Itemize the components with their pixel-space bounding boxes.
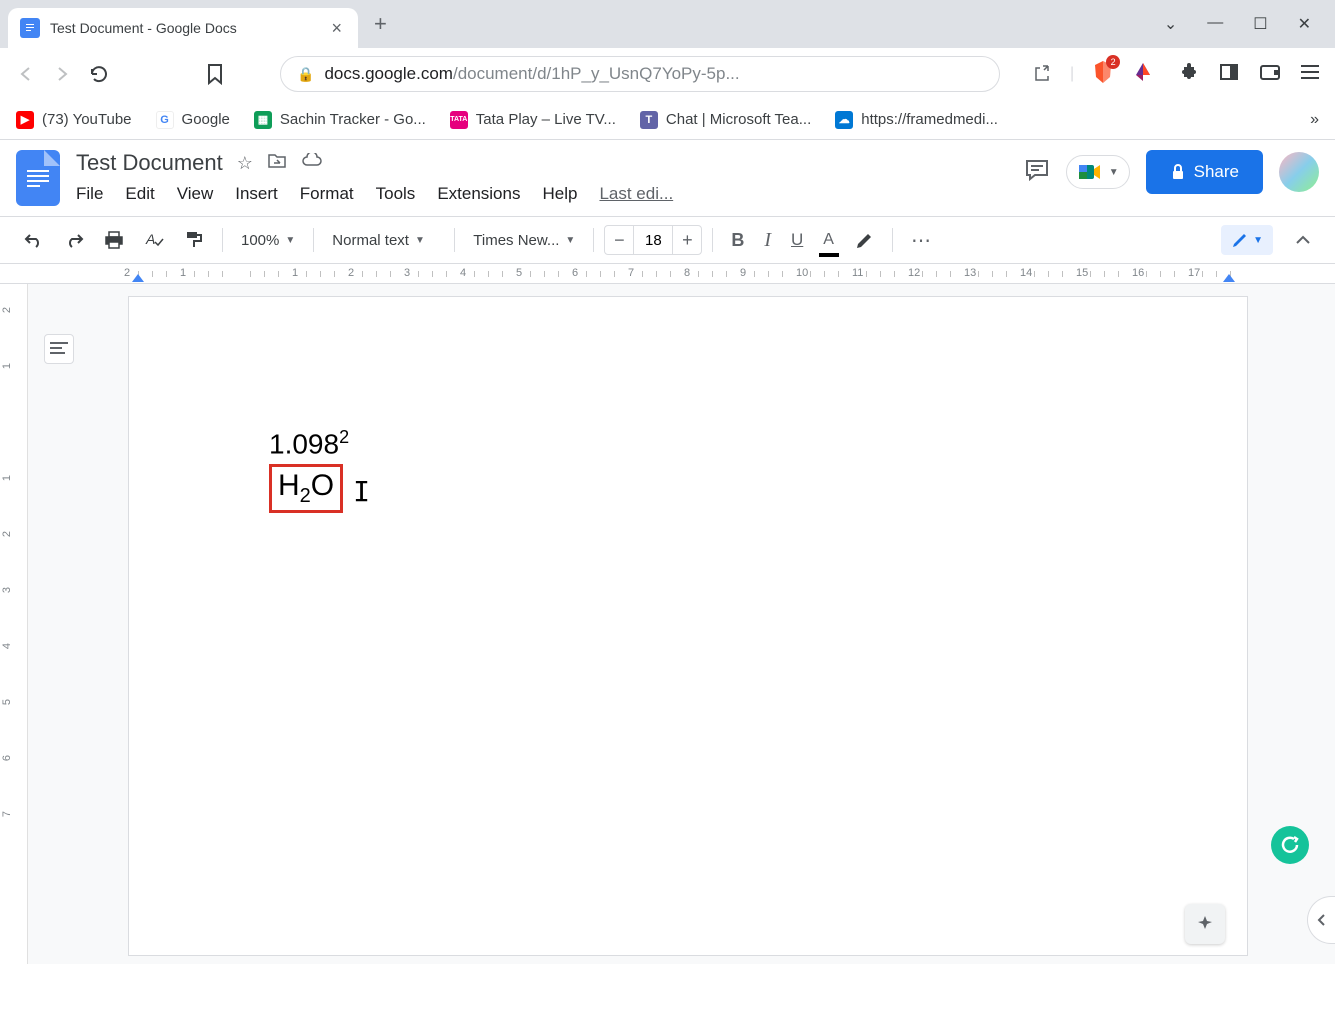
- paragraph-style-select[interactable]: Normal text▼: [324, 228, 444, 253]
- wallet-icon[interactable]: [1259, 62, 1281, 87]
- comment-history-icon[interactable]: [1024, 158, 1050, 187]
- grammarly-button[interactable]: [1271, 826, 1309, 864]
- bold-button[interactable]: B: [723, 224, 752, 257]
- spellcheck-button[interactable]: A: [136, 224, 172, 256]
- pencil-icon: [1231, 231, 1249, 249]
- bookmark-teams[interactable]: TChat | Microsoft Tea...: [640, 111, 811, 129]
- maximize-icon[interactable]: ☐: [1253, 14, 1267, 34]
- bookmarks-overflow[interactable]: »: [1310, 111, 1319, 129]
- menu-edit[interactable]: Edit: [125, 184, 154, 204]
- lock-icon: [1170, 163, 1186, 181]
- zoom-select[interactable]: 100%▼: [233, 228, 303, 253]
- window-controls: ⌄ — ☐ ✕: [1164, 14, 1335, 34]
- italic-button[interactable]: I: [756, 223, 779, 258]
- document-content[interactable]: 1.0982 H2O I: [269, 427, 1107, 513]
- font-size-input[interactable]: [633, 226, 673, 254]
- editing-mode-button[interactable]: ▼: [1221, 225, 1273, 255]
- docs-favicon: [20, 18, 40, 38]
- move-folder-icon[interactable]: [267, 153, 287, 174]
- text-color-button[interactable]: A: [815, 225, 842, 255]
- meet-button[interactable]: ▼: [1066, 155, 1130, 189]
- share-button[interactable]: Share: [1146, 150, 1263, 194]
- sidebar-icon[interactable]: [1219, 62, 1239, 87]
- brave-shield-icon[interactable]: 2: [1092, 59, 1114, 90]
- browser-tab[interactable]: Test Document - Google Docs ×: [8, 8, 358, 48]
- menu-view[interactable]: View: [177, 184, 214, 204]
- account-avatar[interactable]: [1279, 152, 1319, 192]
- document-canvas: 211234567 1.0982 H2O I: [0, 284, 1335, 964]
- print-button[interactable]: [96, 224, 132, 256]
- highlight-button[interactable]: [846, 224, 882, 256]
- outline-toggle-button[interactable]: [44, 334, 74, 364]
- tab-title: Test Document - Google Docs: [50, 20, 327, 36]
- docs-logo-icon[interactable]: [16, 150, 60, 206]
- font-size-control: − +: [604, 225, 702, 255]
- address-bar: 🔒 docs.google.com/document/d/1hP_y_UsnQ7…: [0, 48, 1335, 100]
- menu-bar: File Edit View Insert Format Tools Exten…: [76, 184, 1024, 204]
- close-tab-icon[interactable]: ×: [327, 18, 346, 39]
- bookmark-sachin[interactable]: ▦Sachin Tracker - Go...: [254, 111, 426, 129]
- menu-extensions[interactable]: Extensions: [437, 184, 520, 204]
- shield-badge: 2: [1106, 55, 1120, 69]
- lock-icon: 🔒: [297, 66, 314, 83]
- font-family-select[interactable]: Times New...▼: [465, 228, 583, 253]
- font-size-increase[interactable]: +: [673, 226, 701, 254]
- minimize-icon[interactable]: —: [1207, 14, 1223, 34]
- forward-icon[interactable]: [52, 64, 72, 84]
- menu-tools[interactable]: Tools: [376, 184, 416, 204]
- docs-toolbar: A 100%▼ Normal text▼ Times New...▼ − + B…: [0, 216, 1335, 264]
- document-page[interactable]: 1.0982 H2O I: [128, 296, 1248, 956]
- vertical-ruler[interactable]: 211234567: [0, 284, 28, 964]
- share-url-icon[interactable]: [1032, 64, 1052, 84]
- last-edit-link[interactable]: Last edi...: [599, 184, 673, 204]
- bookmark-tata[interactable]: TATATata Play – Live TV...: [450, 111, 616, 129]
- bookmarks-bar: ▶(73) YouTube GGoogle ▦Sachin Tracker - …: [0, 100, 1335, 140]
- bookmark-framed[interactable]: ☁https://framedmedi...: [835, 111, 998, 129]
- underline-button[interactable]: U: [783, 224, 811, 256]
- back-icon[interactable]: [16, 64, 36, 84]
- reload-icon[interactable]: [88, 63, 110, 85]
- new-tab-button[interactable]: +: [374, 11, 387, 37]
- extensions-icon[interactable]: [1179, 62, 1199, 87]
- svg-text:A: A: [145, 231, 155, 247]
- cloud-status-icon[interactable]: [301, 153, 323, 174]
- menu-file[interactable]: File: [76, 184, 103, 204]
- chevron-down-icon: ▼: [1109, 167, 1119, 178]
- browser-tab-bar: Test Document - Google Docs × + ⌄ — ☐ ✕: [0, 0, 1335, 48]
- left-indent-marker[interactable]: [132, 274, 144, 282]
- font-size-decrease[interactable]: −: [605, 226, 633, 254]
- undo-button[interactable]: [16, 226, 52, 254]
- bookmark-google[interactable]: GGoogle: [156, 111, 230, 129]
- url-input[interactable]: 🔒 docs.google.com/document/d/1hP_y_UsnQ7…: [280, 56, 1000, 92]
- menu-icon[interactable]: [1301, 63, 1319, 86]
- bookmark-youtube[interactable]: ▶(73) YouTube: [16, 111, 132, 129]
- more-options-button[interactable]: ⋯: [903, 222, 941, 259]
- close-window-icon[interactable]: ✕: [1298, 14, 1311, 34]
- paint-format-button[interactable]: [176, 224, 212, 256]
- horizontal-ruler[interactable]: 211234567891011121314151617: [0, 264, 1335, 284]
- url-text: docs.google.com/document/d/1hP_y_UsnQ7Yo…: [324, 64, 739, 84]
- document-title[interactable]: Test Document: [76, 150, 223, 176]
- menu-help[interactable]: Help: [542, 184, 577, 204]
- side-panel-toggle[interactable]: [1307, 896, 1335, 944]
- text-cursor: I: [353, 475, 355, 503]
- content-line-1[interactable]: 1.0982: [269, 427, 1107, 460]
- brave-rewards-icon[interactable]: [1132, 61, 1154, 88]
- explore-button[interactable]: [1185, 904, 1225, 944]
- star-icon[interactable]: ☆: [237, 153, 253, 174]
- menu-insert[interactable]: Insert: [235, 184, 278, 204]
- content-line-2-highlighted[interactable]: H2O: [269, 464, 343, 513]
- collapse-toolbar-button[interactable]: [1287, 229, 1319, 251]
- bookmark-icon[interactable]: [206, 63, 224, 85]
- docs-header: Test Document ☆ File Edit View Insert Fo…: [0, 140, 1335, 206]
- chevron-down-icon[interactable]: ⌄: [1164, 14, 1177, 34]
- redo-button[interactable]: [56, 226, 92, 254]
- right-indent-marker[interactable]: [1223, 274, 1235, 282]
- menu-format[interactable]: Format: [300, 184, 354, 204]
